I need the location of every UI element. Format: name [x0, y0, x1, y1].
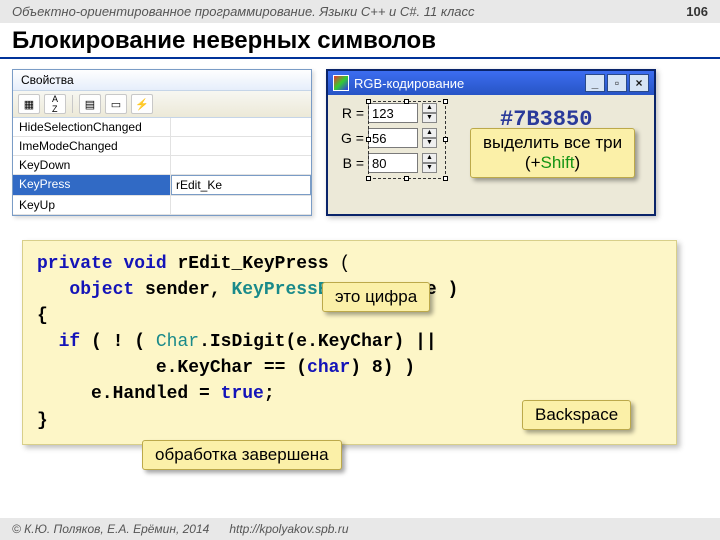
maximize-icon[interactable]: ▫	[607, 74, 627, 92]
properties-title: Свойства	[13, 70, 311, 91]
header-strip: Объектно-ориентированное программировани…	[0, 0, 720, 23]
callout-shift: выделить все три (+Shift)	[470, 128, 635, 178]
g-input[interactable]	[368, 128, 418, 148]
prop-row[interactable]: KeyUp	[13, 196, 311, 215]
footer-url: http://kpolyakov.spb.ru	[229, 522, 348, 536]
footer: © К.Ю. Поляков, Е.А. Ерёмин, 2014 http:/…	[0, 518, 720, 540]
callout-backspace: Backspace	[522, 400, 631, 430]
r-input[interactable]	[368, 103, 418, 123]
properties-toolbar: ▦ AZ ▤ ▭ ⚡	[13, 91, 311, 118]
page-number: 106	[686, 4, 708, 19]
copyright: © К.Ю. Поляков, Е.А. Ерёмин, 2014	[12, 522, 209, 536]
prop-value[interactable]	[171, 137, 311, 155]
prop-row[interactable]: KeyDown	[13, 156, 311, 175]
callout-shift-key: Shift	[541, 153, 575, 172]
prop-value[interactable]	[171, 196, 311, 214]
categorize-icon[interactable]: ▦	[18, 94, 40, 114]
az-sort-icon[interactable]: AZ	[44, 94, 66, 114]
prop-name: ImeModeChanged	[13, 137, 171, 155]
prop-row-selected[interactable]: KeyPress rEdit_Ke	[13, 175, 311, 196]
callout-digit: это цифра	[322, 282, 430, 312]
r-label: R =	[338, 105, 364, 121]
prop-value[interactable]	[171, 118, 311, 136]
b-label: B =	[338, 155, 364, 171]
properties-panel: Свойства ▦ AZ ▤ ▭ ⚡ HideSelectionChanged…	[12, 69, 312, 216]
prop-name: HideSelectionChanged	[13, 118, 171, 136]
course-name: Объектно-ориентированное программировани…	[12, 4, 475, 19]
b-spinner[interactable]: ▲▼	[422, 153, 437, 173]
page-icon[interactable]: ▭	[105, 94, 127, 114]
props-icon[interactable]: ▤	[79, 94, 101, 114]
b-input[interactable]	[368, 153, 418, 173]
prop-name: KeyPress	[13, 175, 171, 195]
prop-value[interactable]: rEdit_Ke	[171, 175, 311, 195]
events-icon[interactable]: ⚡	[131, 94, 153, 114]
prop-value[interactable]	[171, 156, 311, 174]
callout-shift-prefix: (+	[525, 153, 541, 172]
prop-row[interactable]: ImeModeChanged	[13, 137, 311, 156]
page-title: Блокирование неверных символов	[0, 23, 720, 59]
minimize-icon[interactable]: _	[585, 74, 605, 92]
separator	[72, 95, 73, 113]
prop-name: KeyUp	[13, 196, 171, 214]
rgb-title-text: RGB-кодирование	[354, 76, 464, 91]
callout-handled: обработка завершена	[142, 440, 342, 470]
r-spinner[interactable]: ▲▼	[422, 103, 437, 123]
prop-name: KeyDown	[13, 156, 171, 174]
rgb-titlebar[interactable]: RGB-кодирование _ ▫ ×	[328, 71, 654, 95]
close-icon[interactable]: ×	[629, 74, 649, 92]
prop-row[interactable]: HideSelectionChanged	[13, 118, 311, 137]
callout-shift-line1: выделить все три	[483, 133, 622, 152]
g-spinner[interactable]: ▲▼	[422, 128, 437, 148]
app-icon	[333, 75, 349, 91]
callout-shift-suffix: )	[575, 153, 581, 172]
g-label: G =	[338, 130, 364, 146]
